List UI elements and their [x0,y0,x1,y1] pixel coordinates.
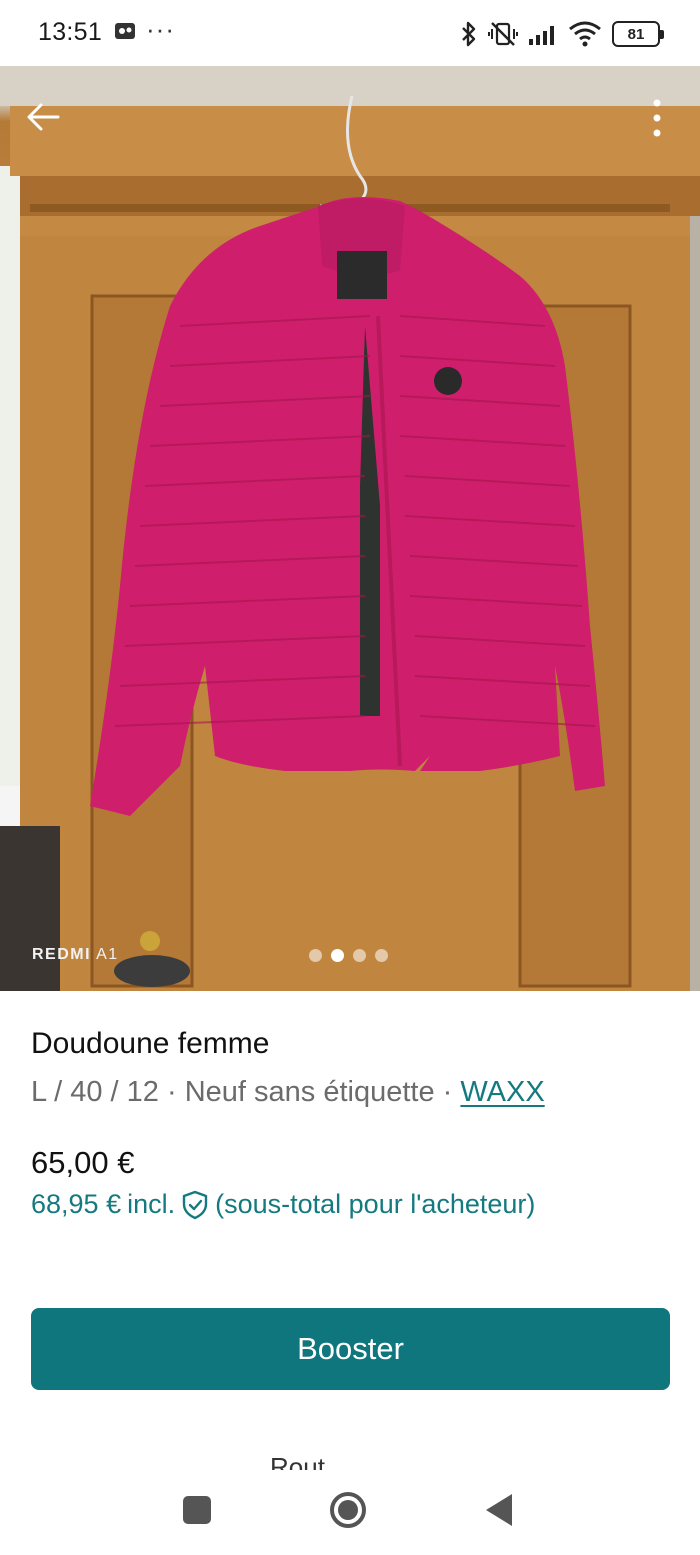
item-price: 65,00 € [31,1145,135,1180]
battery-icon: 81 [612,21,664,47]
item-info: Doudoune femme L / 40 / 12 · Neuf sans é… [31,1026,671,1110]
pager-dot[interactable] [309,949,322,962]
vibrate-off-icon [488,22,518,46]
booster-button[interactable]: Booster [31,1308,670,1390]
meta-separator: · [434,1076,461,1108]
meta-separator: · [158,1076,185,1108]
jacket-photo-image [0,66,700,991]
recent-apps-icon[interactable] [183,1496,211,1524]
photo-pager [309,949,388,962]
watermark-model: A1 [96,946,119,963]
status-bar: 13:51 ··· 81 [0,0,700,66]
item-meta: L / 40 / 12 · Neuf sans étiquette · WAXX [31,1074,671,1110]
buyer-price-link[interactable]: 68,95 € incl. (sous-total pour l'acheteu… [31,1189,535,1220]
shield-check-icon [182,1190,208,1219]
status-more-icon: ··· [146,14,175,44]
item-photo[interactable]: REDMI A1 [0,66,700,991]
partial-next-action[interactable]: Rout... [270,1452,470,1472]
app-notification-icon [115,23,135,39]
camera-watermark: REDMI A1 [32,946,119,964]
home-icon[interactable] [330,1492,366,1528]
wifi-icon [569,21,601,47]
watermark-brand: REDMI [32,946,92,963]
buyer-price: 68,95 € [31,1189,122,1219]
back-triangle-icon[interactable] [486,1494,512,1526]
kebab-menu-icon [653,99,661,137]
status-time: 13:51 [38,18,103,46]
item-title: Doudoune femme [31,1027,270,1060]
arrow-left-icon [27,103,60,131]
pager-dot[interactable] [353,949,366,962]
item-size: L / 40 / 12 [31,1076,159,1108]
back-button[interactable] [22,96,64,138]
bluetooth-icon [462,21,476,47]
incl-label: incl. [127,1189,176,1219]
brand-link[interactable]: WAXX [460,1076,544,1108]
item-condition: Neuf sans étiquette [184,1076,435,1108]
system-nav-bar [0,1470,700,1555]
status-icons: 81 [460,18,664,50]
signal-icon [529,26,554,45]
pager-dot[interactable] [375,949,388,962]
more-options-button[interactable] [642,96,672,140]
pager-dot-active[interactable] [331,949,344,962]
subtotal-note: (sous-total pour l'acheteur) [215,1189,536,1219]
